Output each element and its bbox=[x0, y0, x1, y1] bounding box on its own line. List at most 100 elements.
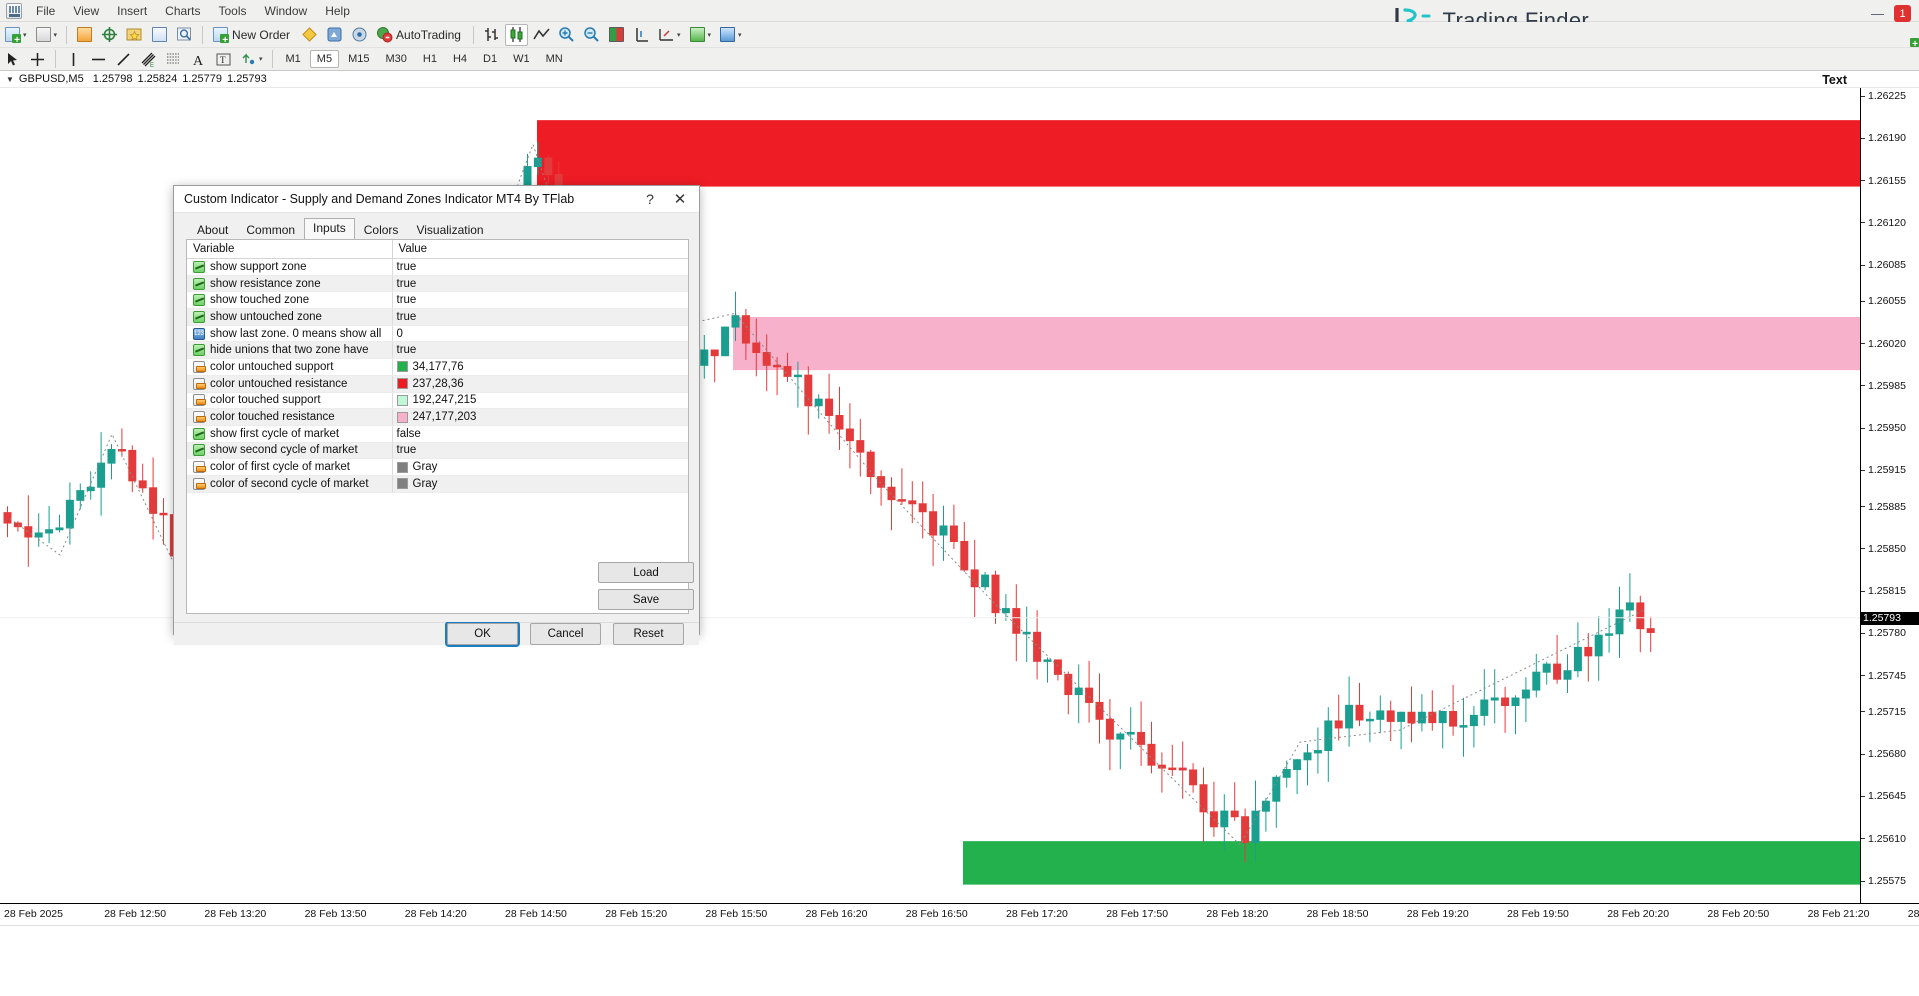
menu-item-window[interactable]: Window bbox=[256, 2, 317, 20]
menu-item-view[interactable]: View bbox=[64, 2, 108, 20]
table-row[interactable]: hide unions that two zone havetrue bbox=[187, 342, 688, 359]
zoom-in-button[interactable] bbox=[555, 24, 578, 46]
cell-value[interactable]: Gray bbox=[392, 475, 688, 492]
timeframe-m30[interactable]: M30 bbox=[378, 50, 413, 68]
variable-label: show resistance zone bbox=[210, 278, 321, 290]
ok-button[interactable]: OK bbox=[447, 623, 518, 645]
bar-chart-button[interactable] bbox=[480, 24, 503, 46]
signals-button[interactable] bbox=[348, 24, 371, 46]
cell-value[interactable]: 0 bbox=[392, 325, 688, 342]
tab-common[interactable]: Common bbox=[237, 219, 304, 240]
cursor-tool[interactable] bbox=[1, 48, 24, 70]
line-chart-button[interactable] bbox=[530, 24, 553, 46]
autotrading-button[interactable]: AutoTrading bbox=[373, 24, 467, 46]
new-order-button[interactable]: New Order bbox=[209, 24, 296, 46]
tab-inputs[interactable]: Inputs bbox=[304, 218, 355, 239]
terminal-button[interactable] bbox=[148, 24, 171, 46]
tab-about[interactable]: About bbox=[188, 219, 237, 240]
vertical-line-tool[interactable] bbox=[62, 48, 85, 70]
question-mark-icon[interactable]: ? bbox=[635, 186, 665, 212]
metaeditor-button[interactable] bbox=[323, 24, 346, 46]
time-axis[interactable]: 28 Feb 202528 Feb 12:5028 Feb 13:2028 Fe… bbox=[0, 903, 1919, 925]
cell-value[interactable]: true bbox=[392, 342, 688, 359]
new-profile-button[interactable]: ▾ bbox=[32, 24, 61, 46]
table-row[interactable]: color touched support 192,247,215 bbox=[187, 392, 688, 409]
new-order-label: New Order bbox=[232, 28, 290, 42]
chart-shift-button[interactable]: ▾ bbox=[655, 24, 684, 46]
touched-resistance-zone bbox=[733, 317, 1860, 370]
reset-button[interactable]: Reset bbox=[613, 623, 684, 645]
navigator-button[interactable] bbox=[123, 24, 146, 46]
table-row[interactable]: show support zonetrue bbox=[187, 259, 688, 276]
candlestick-chart-button[interactable] bbox=[505, 24, 528, 46]
cell-value[interactable]: 247,177,203 bbox=[392, 409, 688, 426]
timeframe-m15[interactable]: M15 bbox=[341, 50, 376, 68]
cell-value[interactable]: true bbox=[392, 442, 688, 459]
tab-colors[interactable]: Colors bbox=[355, 219, 408, 240]
tile-windows-button[interactable] bbox=[605, 24, 628, 46]
cell-value[interactable]: true bbox=[392, 292, 688, 309]
timeframe-d1[interactable]: D1 bbox=[476, 50, 504, 68]
table-row[interactable]: color of second cycle of marketGray bbox=[187, 475, 688, 492]
fibonacci-tool[interactable] bbox=[162, 48, 185, 70]
timeframe-m1[interactable]: M1 bbox=[279, 50, 308, 68]
menu-item-help[interactable]: Help bbox=[316, 2, 359, 20]
cancel-button[interactable]: Cancel bbox=[530, 623, 601, 645]
minimize-icon[interactable]: — bbox=[1871, 6, 1884, 21]
table-row[interactable]: 123show last zone. 0 means show all0 bbox=[187, 325, 688, 342]
menu-item-charts[interactable]: Charts bbox=[156, 2, 209, 20]
cell-value[interactable]: true bbox=[392, 259, 688, 276]
cell-value[interactable]: true bbox=[392, 309, 688, 326]
cell-value[interactable]: Gray bbox=[392, 459, 688, 476]
variable-label: color touched support bbox=[210, 394, 321, 406]
table-row[interactable]: show first cycle of marketfalse bbox=[187, 425, 688, 442]
text-tool[interactable]: A bbox=[187, 48, 210, 70]
collapse-triangle-icon[interactable]: ▼ bbox=[6, 75, 14, 84]
tab-visualization[interactable]: Visualization bbox=[407, 219, 492, 240]
boolean-variable-icon bbox=[193, 311, 205, 323]
menu-item-tools[interactable]: Tools bbox=[210, 2, 256, 20]
zoom-out-button[interactable] bbox=[580, 24, 603, 46]
data-window-button[interactable] bbox=[98, 24, 121, 46]
periods-button[interactable]: ▾ bbox=[716, 24, 745, 46]
market-watch-button[interactable] bbox=[73, 24, 96, 46]
strategy-tester-button[interactable] bbox=[173, 24, 196, 46]
horizontal-line-tool[interactable] bbox=[87, 48, 110, 70]
timeframe-m5[interactable]: M5 bbox=[310, 50, 339, 68]
timeframe-h1[interactable]: H1 bbox=[416, 50, 444, 68]
menu-item-insert[interactable]: Insert bbox=[108, 2, 156, 20]
notification-badge[interactable]: 1 bbox=[1894, 5, 1911, 22]
table-row[interactable]: color untouched resistance237,28,36 bbox=[187, 375, 688, 392]
text-label-tool[interactable]: T bbox=[212, 48, 235, 70]
auto-scroll-button[interactable] bbox=[630, 24, 653, 46]
table-row[interactable]: show second cycle of markettrue bbox=[187, 442, 688, 459]
mql5-community-button[interactable] bbox=[298, 24, 321, 46]
price-axis[interactable]: 1.262251.261901.261551.261201.260851.260… bbox=[1860, 88, 1919, 903]
load-button[interactable]: Load bbox=[598, 562, 694, 583]
crosshair-tool[interactable] bbox=[26, 48, 49, 70]
table-row[interactable]: show untouched zonetrue bbox=[187, 309, 688, 326]
table-row[interactable]: show touched zonetrue bbox=[187, 292, 688, 309]
timeframe-w1[interactable]: W1 bbox=[506, 50, 537, 68]
table-row[interactable]: color untouched support34,177,76 bbox=[187, 359, 688, 376]
cell-value[interactable]: 192,247,215 bbox=[392, 392, 688, 409]
table-row[interactable]: show resistance zone true bbox=[187, 275, 688, 292]
custom-indicator-dialog[interactable]: Custom Indicator - Supply and Demand Zon… bbox=[173, 185, 700, 635]
timeframe-mn[interactable]: MN bbox=[539, 50, 570, 68]
cell-value[interactable]: false bbox=[392, 425, 688, 442]
equidistant-channel-tool[interactable]: E bbox=[137, 48, 160, 70]
dialog-titlebar[interactable]: Custom Indicator - Supply and Demand Zon… bbox=[174, 186, 699, 213]
close-x-icon[interactable]: ✕ bbox=[665, 186, 695, 212]
cell-value[interactable]: 237,28,36 bbox=[392, 375, 688, 392]
cell-value[interactable]: 34,177,76 bbox=[392, 359, 688, 376]
arrows-tool[interactable]: ▾ bbox=[237, 48, 266, 70]
table-row[interactable]: color of first cycle of marketGray bbox=[187, 459, 688, 476]
cell-value[interactable]: true bbox=[392, 275, 688, 292]
trendline-tool[interactable] bbox=[112, 48, 135, 70]
save-button[interactable]: Save bbox=[598, 589, 694, 610]
menu-item-file[interactable]: File bbox=[27, 2, 64, 20]
timeframe-h4[interactable]: H4 bbox=[446, 50, 474, 68]
indicators-button[interactable]: ▾ bbox=[686, 24, 715, 46]
table-row[interactable]: color touched resistance247,177,203 bbox=[187, 409, 688, 426]
new-chart-button[interactable]: ▾ bbox=[1, 24, 30, 46]
